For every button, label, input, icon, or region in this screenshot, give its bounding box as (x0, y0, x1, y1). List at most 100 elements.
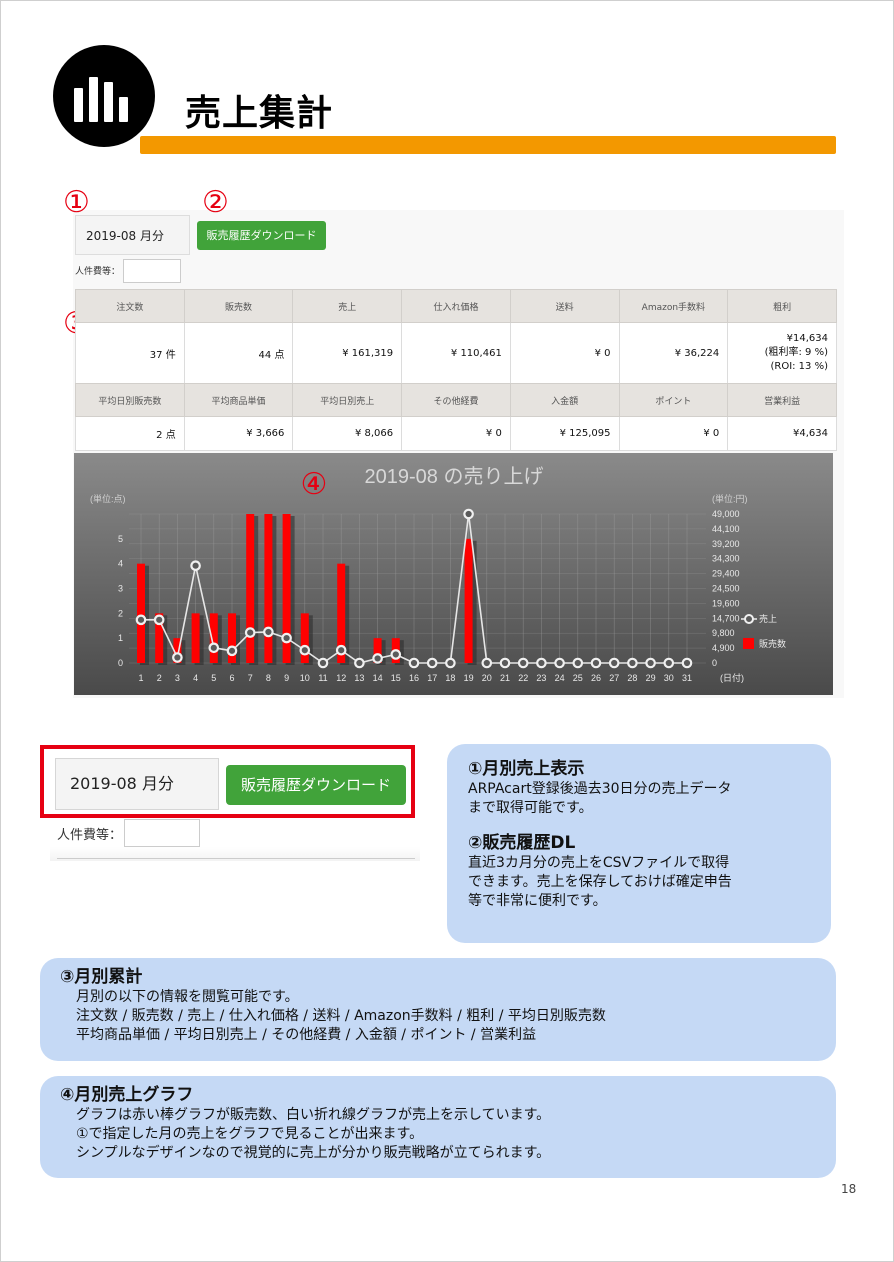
gross-profit-cell: ¥14,634 (粗利率: 9 %) (ROI: 13 %) (727, 322, 837, 384)
info-line: 平均商品単価 / 平均日別売上 / その他経費 / 入金額 / ポイント / 営… (76, 1027, 537, 1043)
legend-bar-swatch (743, 638, 754, 649)
x-tick-label: 28 (627, 673, 637, 683)
roi-value: (ROI: 13 %) (770, 361, 828, 372)
info-line: 注文数 / 販売数 / 売上 / 仕入れ価格 / 送料 / Amazon手数料 … (76, 1008, 606, 1024)
stats-header: ポイント (618, 383, 729, 417)
info-line: ①で指定した月の売上をグラフで見ることが出来ます。 (76, 1126, 424, 1142)
chart-logo-icon (53, 45, 155, 147)
stats-table-1: 注文数 販売数 売上 仕入れ価格 送料 Amazon手数料 粗利 37 件 44… (75, 289, 837, 384)
sales-point (572, 657, 584, 669)
stats-value: ¥ 110,461 (401, 322, 511, 384)
right-tick-label: 39,200 (712, 539, 740, 549)
left-tick-label: 2 (118, 608, 123, 618)
x-tick-label: 24 (555, 673, 565, 683)
right-tick-label: 9,800 (712, 628, 735, 638)
month-select[interactable]: 2019-08 月分 (75, 215, 190, 255)
x-tick-label: 31 (682, 673, 692, 683)
legend-label: 売上 (759, 613, 777, 624)
sales-point (590, 657, 602, 669)
x-tick-label: 10 (300, 673, 310, 683)
x-tick-label: 4 (193, 673, 198, 683)
person-cost-label: 人件費等： (75, 267, 121, 277)
stats-value: ¥ 125,095 (509, 416, 620, 451)
stats-header: 平均日別販売数 (75, 383, 185, 417)
info-head: ④月別売上グラフ (60, 1085, 194, 1105)
info-box-monthly-cumulative: ③月別累計 月別の以下の情報を閲覧可能です。 注文数 / 販売数 / 売上 / … (40, 958, 836, 1061)
sales-point (226, 645, 238, 657)
left-tick-label: 0 (118, 658, 123, 668)
x-tick-label: 30 (664, 673, 674, 683)
stats-value: 44 点 (183, 322, 294, 384)
zoom-person-cost-label: 人件費等： (57, 828, 123, 843)
stats-header: 注文数 (75, 289, 185, 323)
sales-point (681, 657, 693, 669)
zoom-person-cost-input[interactable] (124, 819, 200, 847)
x-tick-label: 21 (500, 673, 510, 683)
stats-value: ¥4,634 (727, 416, 837, 451)
x-tick-label: 17 (427, 673, 437, 683)
info-head: ②販売履歴DL (468, 833, 576, 853)
left-tick-label: 3 (118, 584, 123, 594)
bar (264, 514, 273, 663)
right-tick-label: 4,900 (712, 643, 735, 653)
marker-4: ④ (301, 467, 328, 502)
x-tick-label: 9 (284, 673, 289, 683)
sales-point (354, 657, 365, 669)
sales-point (317, 657, 329, 669)
x-tick-label: 15 (391, 673, 401, 683)
sales-point (517, 657, 529, 669)
x-tick-label: 5 (211, 673, 216, 683)
right-tick-label: 14,700 (712, 613, 740, 623)
sales-point (244, 627, 256, 638)
stats-value: ¥ 36,224 (618, 322, 729, 384)
sales-point (499, 657, 511, 669)
x-tick-label: 14 (373, 673, 383, 683)
x-tick-label: 20 (482, 673, 492, 683)
legend-label: 販売数 (759, 638, 786, 649)
x-tick-label: 2 (157, 673, 162, 683)
sales-point (608, 657, 620, 669)
gross-profit-value: ¥14,634 (786, 333, 828, 344)
x-tick-label: 23 (536, 673, 546, 683)
sales-point (190, 560, 201, 571)
info-line: 直近3カ月分の売上をCSVファイルで取得 (468, 855, 730, 871)
sales-point (554, 657, 565, 669)
right-tick-label: 29,400 (712, 569, 740, 579)
right-tick-label: 0 (712, 658, 717, 668)
person-cost-input[interactable] (123, 259, 181, 283)
right-tick-label: 44,100 (712, 524, 740, 534)
stats-header: Amazon手数料 (618, 289, 729, 323)
sales-point (335, 644, 347, 656)
sales-point (263, 626, 274, 638)
sales-point (153, 614, 165, 626)
sales-point (372, 653, 383, 664)
stats-value: 37 件 (75, 322, 185, 384)
chart-title: 2019-08 の売り上げ (365, 465, 544, 488)
right-tick-label: 34,300 (712, 554, 740, 564)
x-tick-label: 3 (175, 673, 180, 683)
x-axis-label: (日付) (720, 673, 744, 683)
stats-header: 平均日別売上 (292, 383, 403, 417)
sales-point (445, 657, 456, 669)
info-line: シンプルなデザインなので視覚的に売上が分かり販売戦略が立てられます。 (76, 1145, 551, 1161)
bar (300, 613, 309, 663)
sales-point (408, 657, 420, 669)
stats-value: ¥ 0 (509, 322, 620, 384)
left-tick-label: 1 (118, 633, 123, 643)
bar (137, 563, 145, 663)
download-history-button[interactable]: 販売履歴ダウンロード (197, 221, 326, 250)
left-tick-label: 5 (118, 534, 123, 544)
title-underline (140, 136, 836, 154)
zoom-divider (57, 858, 415, 859)
x-tick-label: 7 (248, 673, 253, 683)
sales-point (463, 508, 474, 520)
stats-header: 営業利益 (727, 383, 837, 417)
info-head: ③月別累計 (60, 967, 143, 987)
sales-point (627, 657, 638, 669)
page-number: 18 (841, 1182, 857, 1196)
x-tick-label: 13 (354, 673, 364, 683)
stats-value: ¥ 8,066 (292, 416, 403, 451)
sales-point (645, 657, 656, 669)
stats-value: 2 点 (75, 416, 185, 451)
stats-header: 売上 (292, 289, 403, 323)
